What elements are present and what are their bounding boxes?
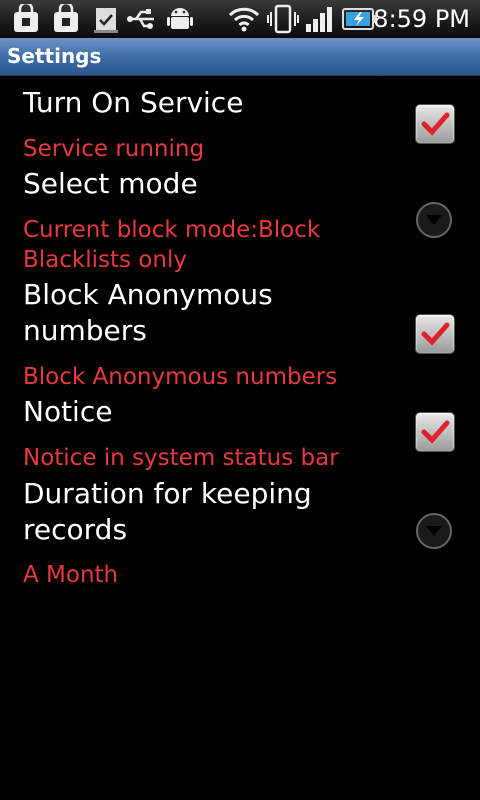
pref-title: Block Anonymous numbers — [23, 278, 273, 347]
lock-bag-icon — [12, 1, 40, 34]
pref-block-anonymous[interactable]: Block Anonymous numbers Block Anonymous … — [0, 276, 480, 394]
service-checkbox[interactable] — [415, 104, 455, 144]
check-icon — [421, 322, 450, 346]
pref-notice[interactable]: Notice Notice in system status bar — [0, 394, 480, 474]
pref-summary: A Month — [23, 562, 119, 588]
check-icon — [421, 420, 450, 444]
pref-duration-records[interactable]: Duration for keeping records A Month — [0, 475, 480, 595]
signal-icon — [304, 4, 336, 34]
android-icon — [166, 4, 194, 34]
pref-summary: Block Anonymous numbers — [23, 364, 338, 390]
pref-title: Duration for keeping records — [23, 477, 312, 546]
vibrate-icon — [266, 4, 300, 34]
check-icon — [421, 112, 450, 136]
mode-dropdown[interactable] — [416, 202, 452, 238]
pref-summary: Service running — [23, 136, 205, 162]
lock-bag-icon — [52, 1, 80, 34]
pref-title: Turn On Service — [23, 86, 244, 119]
status-bar: 8:59 PM — [0, 0, 480, 39]
chevron-down-icon — [426, 526, 442, 536]
usb-icon — [126, 4, 158, 34]
pref-title: Notice — [23, 395, 113, 428]
clock-time: 8:59 PM — [373, 5, 470, 33]
duration-dropdown[interactable] — [416, 513, 452, 549]
pref-summary: Current block mode:Block Blacklists only — [23, 217, 321, 273]
wifi-icon — [227, 4, 261, 34]
title-bar: Settings — [0, 38, 480, 76]
pref-turn-on-service[interactable]: Turn On Service Service running — [0, 82, 480, 164]
pref-select-mode[interactable]: Select mode Current block mode:Block Bla… — [0, 165, 480, 275]
clipboard-check-icon — [92, 4, 120, 34]
chevron-down-icon — [426, 215, 442, 225]
pref-title: Select mode — [23, 167, 198, 200]
pref-summary: Notice in system status bar — [23, 445, 339, 471]
block-anonymous-checkbox[interactable] — [415, 314, 455, 354]
page-title: Settings — [7, 44, 102, 68]
notice-checkbox[interactable] — [415, 412, 455, 452]
